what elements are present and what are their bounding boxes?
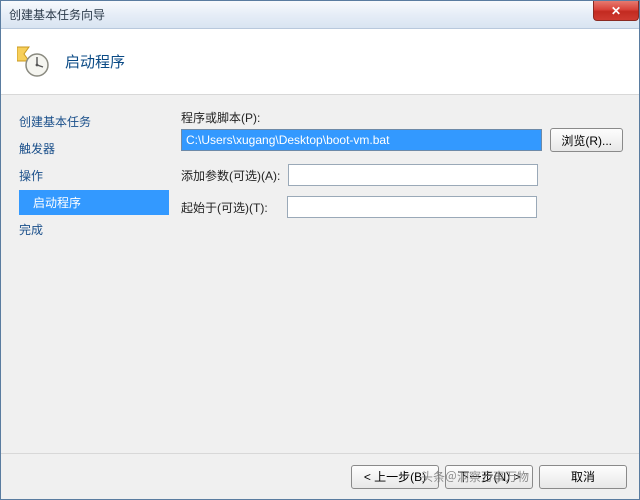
sidebar-item-3[interactable]: 启动程序	[19, 190, 169, 215]
startin-input[interactable]	[287, 196, 537, 218]
wizard-body: 创建基本任务触发器操作启动程序完成 程序或脚本(P): 浏览(R)... 添加参…	[1, 95, 639, 453]
close-icon: ✕	[611, 4, 621, 18]
arguments-input[interactable]	[288, 164, 538, 186]
wizard-footer: 头条＠洞察万事万物 < 上一步(B) 下一步(N) > 取消	[1, 453, 639, 499]
sidebar-item-0[interactable]: 创建基本任务	[13, 109, 169, 134]
page-title: 启动程序	[65, 51, 125, 72]
next-button[interactable]: 下一步(N) >	[445, 465, 533, 489]
wizard-header: 启动程序	[1, 29, 639, 95]
close-button[interactable]: ✕	[593, 1, 639, 21]
sidebar-item-4[interactable]: 完成	[13, 217, 169, 242]
sidebar-item-2[interactable]: 操作	[13, 163, 169, 188]
arguments-label: 添加参数(可选)(A):	[181, 167, 280, 184]
back-button[interactable]: < 上一步(B)	[351, 465, 439, 489]
program-label: 程序或脚本(P):	[181, 109, 623, 126]
window-title: 创建基本任务向导	[9, 6, 105, 23]
wizard-window: 创建基本任务向导 ✕ 启动程序 创建基本任务触发器操作启动程序完成 程序或脚本(…	[0, 0, 640, 500]
sidebar-item-1[interactable]: 触发器	[13, 136, 169, 161]
startin-label: 起始于(可选)(T):	[181, 199, 279, 216]
titlebar: 创建基本任务向导 ✕	[1, 1, 639, 29]
wizard-sidebar: 创建基本任务触发器操作启动程序完成	[1, 109, 169, 453]
browse-button[interactable]: 浏览(R)...	[550, 128, 623, 152]
cancel-button[interactable]: 取消	[539, 465, 627, 489]
clock-wizard-icon	[17, 45, 51, 79]
program-input[interactable]	[181, 129, 542, 151]
wizard-content: 程序或脚本(P): 浏览(R)... 添加参数(可选)(A): 起始于(可选)(…	[169, 109, 639, 453]
